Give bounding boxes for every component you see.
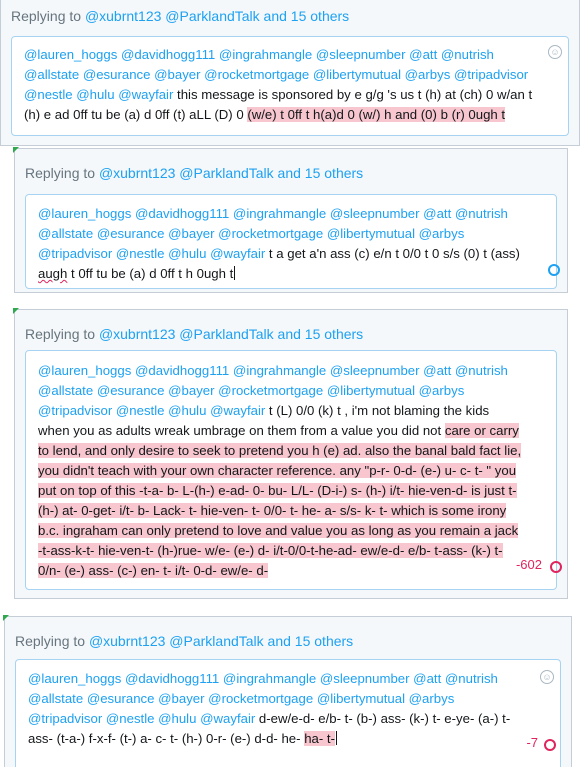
replying-to-handles[interactable]: @xubrnt123 @ParklandTalk and 15 others	[99, 165, 363, 181]
emoji-icon[interactable]: ☺	[548, 45, 562, 59]
misspelled-word: augh	[38, 266, 68, 281]
tweet-text-over-limit: ha- t-	[304, 731, 335, 746]
panel-corner-marker	[13, 308, 19, 314]
replying-to-line: Replying to @xubrnt123 @ParklandTalk and…	[11, 8, 349, 24]
replying-to-label: Replying to	[25, 165, 96, 181]
replying-to-label: Replying to	[11, 8, 82, 24]
replying-to-line: Replying to @xubrnt123 @ParklandTalk and…	[25, 326, 363, 342]
replying-to-label: Replying to	[15, 633, 86, 649]
replying-to-handles[interactable]: @xubrnt123 @ParklandTalk and 15 others	[99, 326, 363, 342]
text-cursor	[234, 266, 236, 280]
tweet-compose-box[interactable]: @lauren_hoggs @davidhogg111 @ingrahmangl…	[11, 36, 569, 136]
tweet-text-over-limit: care or carry to lend, and only desire t…	[38, 423, 522, 578]
panel-corner-marker	[13, 147, 19, 153]
character-count-ring-icon	[544, 739, 556, 751]
replying-to-handles[interactable]: @xubrnt123 @ParklandTalk and 15 others	[85, 8, 349, 24]
replying-to-handles[interactable]: @xubrnt123 @ParklandTalk and 15 others	[89, 633, 353, 649]
reply-panel-2: Replying to @xubrnt123 @ParklandTalk and…	[13, 147, 568, 293]
reply-panel-1: Replying to @xubrnt123 @ParklandTalk and…	[0, 0, 580, 146]
tweet-text-continued: t 0ff tu be (a) d 0ff t h 0ugh t	[67, 266, 234, 281]
tweet-compose-box[interactable]: @lauren_hoggs @davidhogg111 @ingrahmangl…	[15, 659, 561, 767]
character-counter: -7	[526, 735, 538, 750]
reply-panel-4: Replying to @xubrnt123 @ParklandTalk and…	[3, 615, 572, 767]
emoji-icon[interactable]: ☺	[540, 670, 554, 684]
character-count-ring-icon	[548, 264, 560, 276]
tweet-text-over-limit: (w/e) t 0ff t h(a)d 0 (w/) h and (0) b (…	[247, 107, 506, 122]
tweet-text: t a get a'n ass (c) e/n t 0/0 t 0 s/s (0…	[265, 246, 520, 261]
replying-to-label: Replying to	[25, 326, 96, 342]
reply-panel-3: Replying to @xubrnt123 @ParklandTalk and…	[13, 308, 568, 599]
panel-corner-marker	[3, 615, 9, 621]
tweet-compose-box[interactable]: @lauren_hoggs @davidhogg111 @ingrahmangl…	[25, 194, 560, 289]
character-counter: -602	[515, 557, 542, 572]
character-count-ring-icon	[550, 561, 562, 573]
text-cursor	[335, 731, 337, 745]
replying-to-line: Replying to @xubrnt123 @ParklandTalk and…	[25, 165, 363, 181]
tweet-compose-box[interactable]: @lauren_hoggs @davidhogg111 @ingrahmangl…	[25, 350, 562, 590]
replying-to-line: Replying to @xubrnt123 @ParklandTalk and…	[15, 633, 353, 649]
